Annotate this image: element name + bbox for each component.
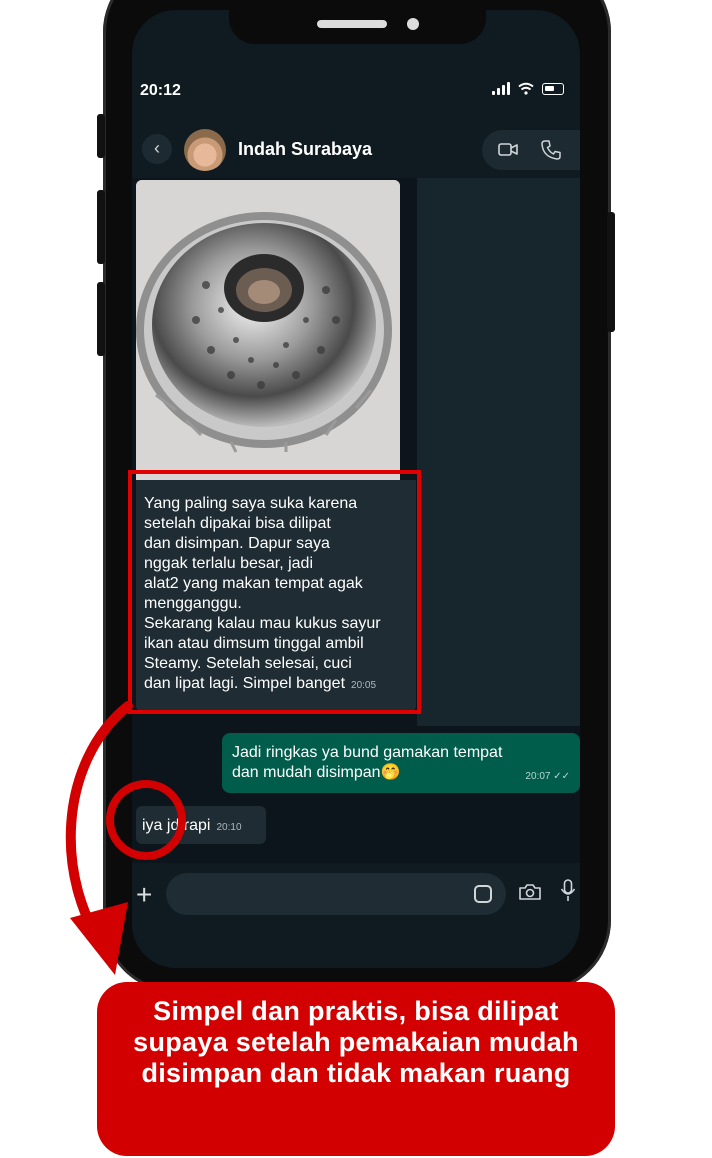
caption-line: ikan atau dimsum tinggal ambil — [144, 635, 364, 652]
caption-last-line: dan lipat lagi. Simpel banget — [144, 675, 346, 692]
video-call-icon[interactable] — [498, 142, 518, 157]
incoming-message-caption[interactable]: Yang paling saya suka karena setelah dip… — [136, 480, 416, 712]
chat-area: Yang paling saya suka karena setelah dip… — [132, 178, 580, 863]
caption-banner: Simpel dan praktis, bisa dilipat supaya … — [97, 982, 615, 1156]
chat-header: ‹ Indah Surabaya — [132, 122, 580, 178]
caption-line: Sekarang kalau mau kukus sayur — [144, 615, 381, 632]
outgoing-line: dan mudah disimpan🤭 20:07 ✓✓ — [232, 763, 570, 783]
chevron-left-icon: ‹ — [154, 138, 160, 158]
caption-line: Steamy. Setelah selesai, cuci — [144, 655, 352, 672]
front-camera — [407, 18, 419, 30]
message-input-bar: + — [132, 863, 580, 968]
speaker-grille — [317, 20, 387, 28]
outgoing-line-text: dan mudah disimpan — [232, 764, 381, 781]
status-icons — [492, 82, 564, 95]
message-input[interactable] — [166, 873, 506, 915]
steamer-photo[interactable] — [136, 180, 400, 480]
outgoing-message[interactable]: Jadi ringkas ya bund gamakan tempat dan … — [222, 733, 580, 793]
phone-screen: 20:12 ‹ Indah Surabaya Yang paling saya … — [132, 10, 580, 968]
message-time: 20:07 ✓✓ — [525, 767, 570, 787]
caption-line: mengganggu. — [144, 595, 242, 612]
message-time: 20:10 — [216, 822, 242, 833]
camera-icon[interactable] — [518, 883, 542, 901]
call-actions — [482, 130, 580, 170]
caption-line: nggak terlalu besar, jadi — [144, 555, 313, 572]
outgoing-line: Jadi ringkas ya bund gamakan tempat — [232, 744, 503, 761]
caption-line: alat2 yang makan tempat agak — [144, 575, 363, 592]
double-check-icon: ✓✓ — [553, 771, 570, 782]
caption-line: setelah dipakai bisa dilipat — [144, 515, 331, 532]
back-button[interactable]: ‹ — [142, 134, 172, 164]
phone-side-button — [97, 114, 105, 158]
battery-icon — [542, 82, 564, 95]
signal-icon — [492, 82, 510, 95]
caption-line: dan disimpan. Dapur saya — [144, 535, 330, 552]
notch — [229, 10, 486, 44]
chat-background-panel — [417, 178, 580, 726]
microphone-icon[interactable] — [560, 879, 576, 903]
status-time: 20:12 — [140, 82, 181, 99]
caption-line: dan lipat lagi. Simpel banget 20:05 — [144, 674, 408, 696]
avatar[interactable] — [184, 129, 226, 171]
plus-icon[interactable]: + — [136, 879, 152, 911]
caption-line: Yang paling saya suka karena — [144, 495, 358, 512]
outgoing-time: 20:07 — [525, 771, 551, 782]
steamer-image — [136, 180, 400, 480]
message-time: 20:05 — [351, 680, 377, 691]
banner-text: Simpel dan praktis, bisa dilipat supaya … — [133, 996, 579, 1088]
message-text: iya jd rapi — [142, 817, 211, 834]
voice-call-icon[interactable] — [540, 139, 562, 161]
wifi-icon — [518, 82, 534, 95]
phone-volume-down — [97, 282, 105, 356]
contact-name[interactable]: Indah Surabaya — [238, 139, 372, 160]
sticker-icon[interactable] — [474, 885, 492, 903]
incoming-message[interactable]: iya jd rapi 20:10 — [136, 806, 266, 844]
phone-volume-up — [97, 190, 105, 264]
emoji: 🤭 — [380, 764, 401, 781]
phone-power-button — [607, 212, 615, 332]
